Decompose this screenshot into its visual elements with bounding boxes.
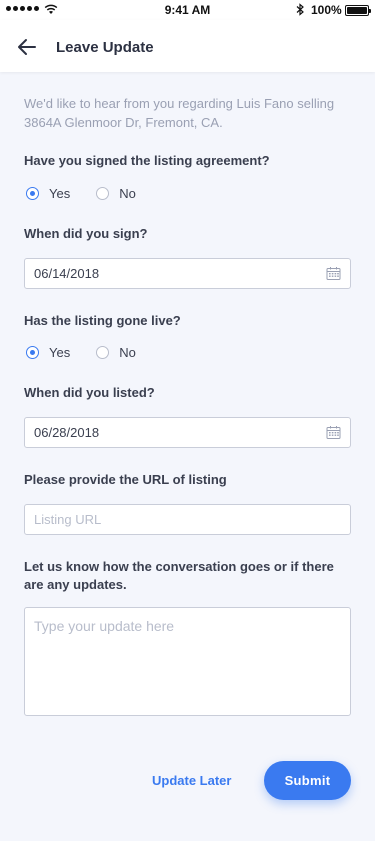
intro-text: We'd like to hear from you regarding Lui… (24, 96, 335, 130)
arrow-left-icon[interactable] (16, 36, 38, 58)
radio-selected-icon (26, 346, 39, 359)
radio-group-listing-agreement: Yes No (26, 186, 136, 201)
bluetooth-icon (296, 3, 304, 16)
submit-button[interactable]: Submit (264, 761, 351, 800)
battery-icon (345, 5, 371, 16)
question-listing-live: Has the listing gone live? (24, 313, 181, 328)
question-listing-agreement: Have you signed the listing agreement? (24, 153, 270, 168)
radio-label: No (119, 186, 136, 201)
radio-unselected-icon (96, 187, 110, 200)
status-bar: 9:41 AM 100% (0, 0, 375, 20)
radio-label: No (119, 345, 136, 360)
radio-no[interactable]: No (96, 345, 136, 360)
calendar-icon[interactable] (326, 266, 341, 281)
listing-url-input[interactable]: Listing URL (24, 504, 351, 535)
update-textarea[interactable]: Type your update here (24, 607, 351, 716)
radio-label: Yes (49, 345, 71, 360)
radio-label: Yes (49, 186, 71, 201)
update-later-button[interactable]: Update Later (152, 773, 231, 788)
question-sign-date: When did you sign? (24, 226, 148, 241)
radio-no[interactable]: No (96, 186, 136, 201)
question-listing-url: Please provide the URL of listing (24, 472, 227, 487)
battery-percent: 100% (311, 3, 342, 17)
calendar-icon[interactable] (326, 425, 341, 440)
radio-selected-icon (26, 187, 39, 200)
radio-group-listing-live: Yes No (26, 345, 136, 360)
radio-unselected-icon (96, 346, 110, 359)
listed-date-value: 06/28/2018 (34, 425, 100, 440)
sign-date-field[interactable]: 06/14/2018 (24, 258, 351, 289)
listing-url-placeholder: Listing URL (34, 512, 102, 527)
nav-bar: Leave Update (0, 20, 375, 72)
radio-yes[interactable]: Yes (26, 186, 70, 201)
radio-yes[interactable]: Yes (26, 345, 70, 360)
sign-date-value: 06/14/2018 (34, 266, 100, 281)
update-placeholder: Type your update here (34, 618, 175, 634)
question-update: Let us know how the conversation goes or… (24, 559, 334, 592)
page-title: Leave Update (56, 39, 154, 56)
question-listed-date: When did you listed? (24, 385, 155, 400)
listed-date-field[interactable]: 06/28/2018 (24, 417, 351, 448)
